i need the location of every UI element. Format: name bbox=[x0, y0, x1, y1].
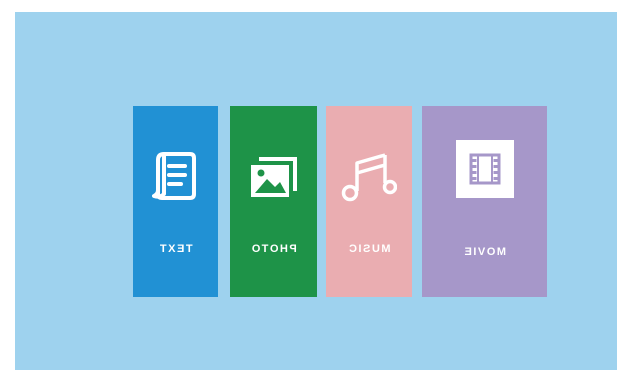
tile-text-label: TEXT bbox=[158, 243, 193, 255]
tile-photo[interactable]: PHOTO bbox=[230, 106, 317, 297]
tile-music[interactable]: MUSIC bbox=[326, 106, 412, 297]
photo-icon bbox=[245, 148, 303, 206]
tile-movie-label: MOVIE bbox=[463, 246, 506, 258]
tile-photo-label: PHOTO bbox=[250, 243, 297, 255]
document-icon bbox=[147, 148, 205, 206]
music-note-icon bbox=[340, 148, 398, 206]
tile-music-label: MUSIC bbox=[347, 243, 391, 255]
film-icon bbox=[455, 140, 514, 198]
tile-movie[interactable]: MOVIE bbox=[422, 106, 547, 297]
tile-text[interactable]: TEXT bbox=[133, 106, 218, 297]
menu-screen: TEXT PHOTO MUSIC MOVIE bbox=[15, 12, 617, 370]
